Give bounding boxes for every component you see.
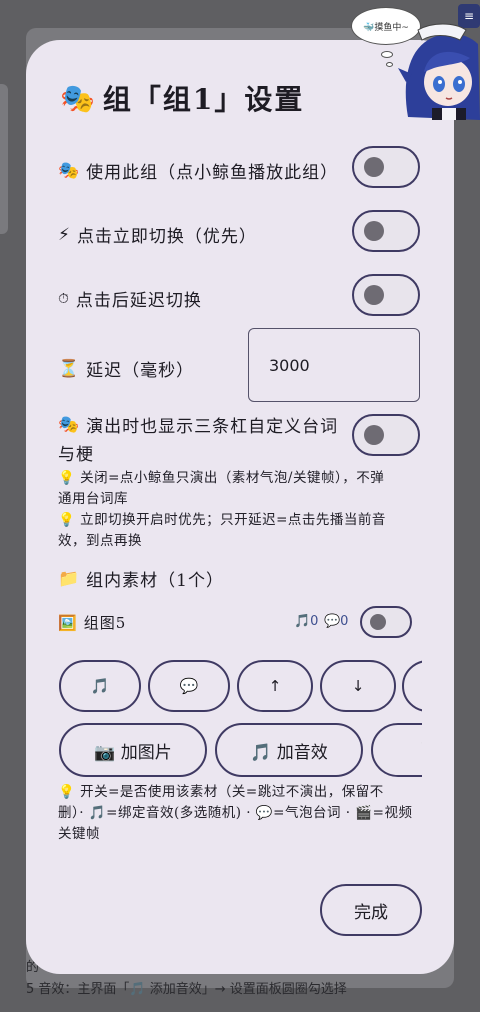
asset-bubble-count: 💬0 <box>324 614 349 629</box>
show-bars-row: 🎭 演出时也显示三条杠自定义台词 <box>58 412 339 438</box>
hint-line: 通用台词库 <box>58 491 128 507</box>
bind-sound-button[interactable]: 🎵 <box>59 660 141 712</box>
legend-hint: 💡 开关=是否使用该素材（关=跳过不演出，保留不 删）· 🎵=绑定音效(多选随机… <box>58 782 422 845</box>
toggle-knob <box>370 614 386 630</box>
instant-switch-row: ⚡ 点击立即切换（优先） <box>58 222 257 248</box>
move-up-button[interactable]: ↑ <box>237 660 313 712</box>
hint-line: 效，到点再换 <box>58 533 142 549</box>
toggle-knob <box>364 157 384 177</box>
show-bars-toggle[interactable] <box>352 414 420 456</box>
add-image-button[interactable]: 📷 加图片 <box>59 723 207 777</box>
assets-heading-label: 组内素材（1个） <box>86 571 224 591</box>
toggle-knob <box>364 221 384 241</box>
add-keyframe-button[interactable]: 🎬 <box>371 723 422 777</box>
dialog-title: 🎭 组「组1」设置 <box>60 78 304 118</box>
hint-text: 💡 关闭=点小鲸鱼只演出（素材气泡/关键帧），不弹 通用台词库 💡 立即切换开启… <box>58 468 422 552</box>
picture-icon: 🖼️ <box>58 613 78 632</box>
background-text-line: 5 音效：主界面「🎵 添加音效」→ 设置面板圆圈勾选择 <box>26 982 347 997</box>
use-group-toggle[interactable] <box>352 146 420 188</box>
folder-icon: 📁 <box>58 568 81 589</box>
toggle-knob <box>364 425 384 445</box>
background-side-tab <box>0 84 8 234</box>
bubble-tail-dot <box>381 51 393 58</box>
assets-heading: 📁 组内素材（1个） <box>58 566 224 592</box>
hint-line: 删）· 🎵=绑定音效(多选随机) · 💬=气泡台词 · 🎬=视频 <box>58 805 413 821</box>
add-sound-button[interactable]: 🎵 加音效 <box>215 723 363 777</box>
theater-masks-icon: 🎭 <box>58 414 81 435</box>
dialog-title-text: 组「组1」设置 <box>102 83 305 116</box>
hint-line: 💡 开关=是否使用该素材（关=跳过不演出，保留不 <box>58 784 384 800</box>
delay-switch-row: ⏱ 点击后延迟切换 <box>58 286 202 312</box>
theater-masks-icon: 🎭 <box>60 81 97 115</box>
use-group-row: 🎭 使用此组（点小鲸鱼播放此组） <box>58 158 339 184</box>
use-group-label: 使用此组（点小鲸鱼播放此组） <box>86 163 339 183</box>
lightning-icon: ⚡ <box>58 224 71 245</box>
group-settings-dialog: 🎭 组「组1」设置 🎭 使用此组（点小鲸鱼播放此组） ⚡ 点击立即切换（优先） … <box>26 40 454 974</box>
done-button[interactable]: 完成 <box>320 884 422 936</box>
asset-enable-toggle[interactable] <box>360 606 412 638</box>
delay-switch-label: 点击后延迟切换 <box>75 291 202 311</box>
hint-line: 💡 立即切换开启时优先；只开延迟=点击先播当前音 <box>58 512 386 528</box>
timer-icon: ⏱ <box>58 290 70 307</box>
instant-switch-label: 点击立即切换（优先） <box>76 227 257 247</box>
move-down-button[interactable]: ↓ <box>320 660 396 712</box>
show-bars-label-cont: 与梗 <box>58 445 94 465</box>
theater-masks-icon: 🎭 <box>58 160 81 181</box>
bubble-text-button[interactable]: 💬 <box>148 660 230 712</box>
show-bars-label: 演出时也显示三条杠自定义台词 <box>86 417 339 437</box>
hint-line: 关键帧 <box>58 826 100 842</box>
mascot-avatar[interactable] <box>398 22 480 120</box>
instant-switch-toggle[interactable] <box>352 210 420 252</box>
delete-button[interactable] <box>402 660 422 712</box>
bubble-tail-dot <box>386 62 393 67</box>
delay-label: 延迟（毫秒） <box>86 361 195 381</box>
asset-sound-count: 🎵0 <box>294 614 319 629</box>
hourglass-icon: ⏳ <box>58 358 81 379</box>
toggle-knob <box>364 285 384 305</box>
delay-switch-toggle[interactable] <box>352 274 420 316</box>
delay-ms-input[interactable]: 3000 <box>248 328 420 402</box>
show-bars-row-cont: 与梗 <box>58 440 94 465</box>
asset-item: 🖼️ 组图5 <box>58 612 126 633</box>
hint-line: 💡 关闭=点小鲸鱼只演出（素材气泡/关键帧），不弹 <box>58 470 385 486</box>
asset-name: 组图5 <box>83 614 127 632</box>
delay-row: ⏳ 延迟（毫秒） <box>58 356 195 382</box>
